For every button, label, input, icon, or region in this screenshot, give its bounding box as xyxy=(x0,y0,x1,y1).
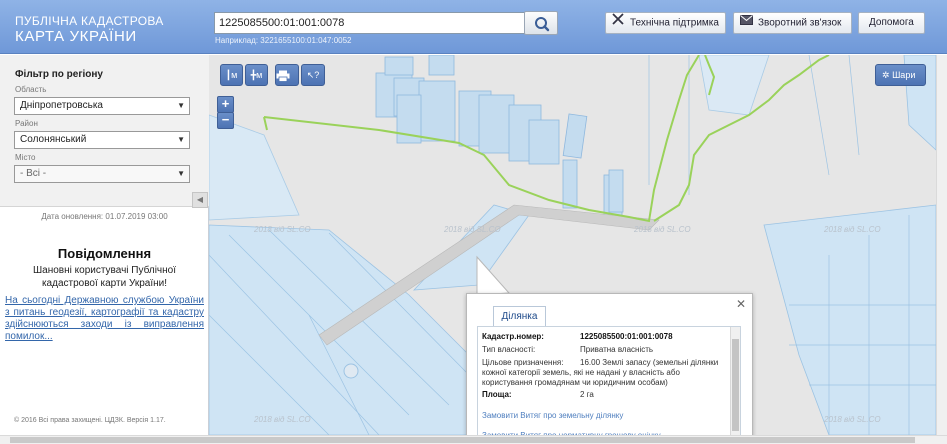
tools-icon xyxy=(612,13,626,33)
green-road xyxy=(263,116,268,131)
filter-title: Фільтр по регіону xyxy=(15,69,103,80)
scrollbar-thumb[interactable] xyxy=(10,437,915,443)
app-root: ПУБЛІЧНА КАДАСТРОВА КАРТА УКРАЇНИ Наприк… xyxy=(0,0,947,444)
watermark-text: 2018 від SL.CO xyxy=(254,225,311,234)
printer-icon xyxy=(276,70,290,82)
dropdown-arrow-icon: ▼ xyxy=(177,101,185,110)
zoom-in-button[interactable]: + xyxy=(217,96,234,113)
area-label: Площа: xyxy=(482,390,512,399)
help-label: Допомога xyxy=(869,17,914,28)
vertical-scrollbar[interactable] xyxy=(936,55,947,435)
layers-button[interactable]: ✲ Шари xyxy=(875,64,926,86)
horizontal-scrollbar[interactable] xyxy=(0,435,947,444)
search-icon xyxy=(535,17,550,32)
measure-area-button[interactable]: ╋м xyxy=(245,64,268,86)
dropdown-arrow-icon: ▼ xyxy=(177,169,185,178)
watermark-text: 2018 від SL.CO xyxy=(254,415,311,424)
update-date: Дата оновлення: 01.07.2019 03:00 xyxy=(41,212,168,221)
misto-select[interactable]: - Всі - ▼ xyxy=(14,165,190,183)
oblast-label: Область xyxy=(15,85,47,94)
parcel-info-popup: ✕ Ділянка Кадастр.номер: 1225085500:01:0… xyxy=(466,293,753,444)
cadastr-label: Кадастр.номер: xyxy=(482,332,544,341)
order-extract-link[interactable]: Замовити Витяг про земельну ділянку xyxy=(482,411,623,420)
water-area xyxy=(763,204,936,435)
parcels[interactable] xyxy=(375,55,624,224)
envelope-icon xyxy=(740,13,754,33)
water-area xyxy=(209,114,300,221)
region-filter-panel: Фільтр по регіону Область Дніпропетровсь… xyxy=(0,55,209,207)
notice-title: Повідомлення xyxy=(57,246,152,261)
plus-icon: + xyxy=(221,96,230,111)
app-header: ПУБЛІЧНА КАДАСТРОВА КАРТА УКРАЇНИ Наприк… xyxy=(0,0,947,54)
logo-title-line1: ПУБЛІЧНА КАДАСТРОВА xyxy=(15,14,164,28)
ownership-value: Приватна власність xyxy=(580,345,654,354)
feedback-label: Зворотний зв'язок xyxy=(758,17,842,29)
area-value: 2 га xyxy=(580,390,594,399)
oblast-value: Дніпропетровська xyxy=(20,100,103,111)
print-button[interactable] xyxy=(275,64,299,86)
notice-link[interactable]: На сьогодні Державною службою України з … xyxy=(5,295,204,343)
tab-parcel[interactable]: Ділянка xyxy=(493,306,546,326)
rayon-label: Район xyxy=(15,119,38,128)
zoom-out-button[interactable]: − xyxy=(217,112,234,129)
dropdown-arrow-icon: ▼ xyxy=(177,135,185,144)
help-button[interactable]: Допомога xyxy=(858,12,925,34)
purpose-value: 16.00 Землі запасу (земельні ділянки кож… xyxy=(482,358,719,387)
misto-label: Місто xyxy=(15,153,36,162)
close-icon[interactable]: ✕ xyxy=(736,297,746,311)
notice-body: Шановні користувачі Публічної кадастрово… xyxy=(33,265,176,289)
watermark-text: 2018 від SL.CO xyxy=(634,225,691,234)
search-button[interactable] xyxy=(524,11,558,35)
feedback-button[interactable]: Зворотний зв'язок xyxy=(733,12,852,34)
watermark-text: 2018 від SL.CO xyxy=(444,225,501,234)
cadastral-search-input[interactable] xyxy=(214,12,526,34)
tech-support-button[interactable]: Технічна підтримка xyxy=(605,12,726,34)
info-pointer-button[interactable]: ↖? xyxy=(301,64,325,86)
ruler-icon: ┃м xyxy=(225,70,238,80)
layers-label: Шари xyxy=(892,70,916,80)
chevron-left-icon: ◀ xyxy=(196,195,204,204)
logo-title-line2: КАРТА УКРАЇНИ xyxy=(15,28,137,45)
measure-distance-button[interactable]: ┃м xyxy=(220,64,243,86)
tech-support-label: Технічна підтримка xyxy=(630,17,719,29)
cadastr-value: 1225085500:01:001:0078 xyxy=(580,332,673,341)
ownership-label: Тип власності: xyxy=(482,345,536,354)
watermark-text: 2018 від SL.CO xyxy=(824,415,881,424)
scrollbar-thumb[interactable] xyxy=(732,339,739,431)
sidebar: Фільтр по регіону Область Дніпропетровсь… xyxy=(0,55,209,435)
cursor-question-icon: ↖? xyxy=(306,70,320,80)
rayon-select[interactable]: Солонянський ▼ xyxy=(14,131,190,149)
copyright: © 2016 Всі права захищені. ЦДЗК. Версія … xyxy=(14,417,166,424)
watermark-text: 2018 від SL.CO xyxy=(824,225,881,234)
oblast-select[interactable]: Дніпропетровська ▼ xyxy=(14,97,190,115)
gear-icon: ✲ xyxy=(882,70,890,80)
minus-icon: − xyxy=(221,112,230,127)
popup-scrollbar[interactable] xyxy=(730,327,740,443)
misto-value: - Всі - xyxy=(20,168,47,179)
parcel-details: Кадастр.номер: 1225085500:01:001:0078 Ти… xyxy=(477,326,741,444)
rayon-value: Солонянський xyxy=(20,134,87,145)
search-hint: Наприклад: 3221655100:01:047:0052 xyxy=(215,36,352,45)
collapse-sidebar-button[interactable]: ◀ xyxy=(192,192,208,208)
map-point xyxy=(343,363,359,379)
area-icon: ╋м xyxy=(250,70,263,80)
